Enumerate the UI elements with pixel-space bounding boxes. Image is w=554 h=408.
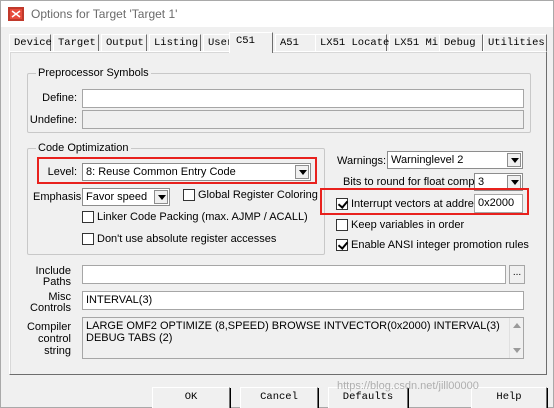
compiler-control-string: LARGE OMF2 OPTIMIZE (8,SPEED) BROWSE INT… [82, 317, 524, 359]
window-title: Options for Target 'Target 1' [31, 7, 178, 21]
misc-label-line2: Controls [30, 302, 71, 314]
chevron-down-icon [507, 175, 521, 189]
tab-output[interactable]: Output [101, 34, 147, 51]
tab-a51[interactable]: A51 [275, 34, 319, 51]
emphasis-label: Emphasis: [33, 191, 85, 203]
title-bar: Options for Target 'Target 1' [1, 1, 553, 27]
define-input[interactable] [82, 89, 524, 108]
cancel-button[interactable]: Cancel [240, 387, 318, 408]
keil-app-icon [8, 7, 24, 21]
include-label-line2: Paths [42, 276, 71, 288]
chevron-down-icon [507, 153, 521, 167]
tab-device[interactable]: Device [9, 34, 52, 51]
ok-button[interactable]: OK [152, 387, 230, 408]
undefine-input[interactable] [82, 110, 524, 129]
interrupt-highlight-box [320, 188, 529, 215]
global-register-coloring-checkbox[interactable] [183, 189, 195, 201]
scroll-down-icon[interactable] [513, 348, 521, 353]
global-register-coloring-label: Global Register Coloring [198, 189, 318, 201]
options-dialog: Options for Target 'Target 1' Device Tar… [0, 0, 554, 408]
keep-variables-label: Keep variables in order [351, 219, 465, 231]
compiler-label-line2: control [37, 333, 71, 345]
tab-debug[interactable]: Debug [439, 34, 483, 51]
code-optimization-title: Code Optimization [36, 142, 131, 154]
watermark-text: https://blog.csdn.net/jill00000 [337, 380, 479, 392]
chevron-down-icon [154, 190, 168, 204]
warnings-value: Warninglevel 2 [391, 154, 464, 166]
linker-code-packing-label: Linker Code Packing (max. AJMP / ACALL) [97, 211, 308, 223]
misc-controls-input[interactable]: INTERVAL(3) [82, 291, 524, 310]
tab-strip: Device Target Output Listing User C51 A5… [9, 32, 547, 53]
tab-target[interactable]: Target [53, 34, 99, 51]
include-paths-input[interactable] [82, 265, 506, 284]
help-button[interactable]: Help [471, 387, 547, 408]
tab-lx51-locate[interactable]: LX51 Locate [315, 34, 389, 51]
tab-listing[interactable]: Listing [149, 34, 201, 51]
ansi-promotion-checkbox[interactable] [336, 239, 348, 251]
warnings-select[interactable]: Warninglevel 2 [387, 151, 523, 169]
linker-code-packing-checkbox[interactable] [82, 211, 94, 223]
emphasis-value: Favor speed [86, 191, 148, 203]
compiler-label-line1: Compiler [26, 321, 71, 333]
browse-include-paths-button[interactable]: ... [509, 265, 525, 284]
scroll-up-icon[interactable] [513, 323, 521, 328]
ansi-promotion-label: Enable ANSI integer promotion rules [351, 239, 529, 251]
warnings-label: Warnings: [337, 155, 387, 167]
dont-use-absolute-checkbox[interactable] [82, 233, 94, 245]
emphasis-select[interactable]: Favor speed [82, 188, 170, 206]
tab-c51[interactable]: C51 [229, 32, 273, 53]
dont-use-absolute-label: Don't use absolute register accesses [97, 233, 277, 245]
compiler-string-scrollbar[interactable] [509, 318, 523, 358]
bits-to-round-value: 3 [478, 176, 485, 188]
undefine-label: Undefine: [29, 114, 77, 126]
preprocessor-symbols-title: Preprocessor Symbols [36, 67, 151, 79]
compiler-label-line3: string [44, 345, 71, 357]
define-label: Define: [42, 92, 77, 104]
bits-to-round-label: Bits to round for float compare: [343, 176, 494, 188]
keep-variables-checkbox[interactable] [336, 219, 348, 231]
level-highlight-box [37, 157, 317, 184]
tab-utilities[interactable]: Utilities [483, 34, 547, 51]
